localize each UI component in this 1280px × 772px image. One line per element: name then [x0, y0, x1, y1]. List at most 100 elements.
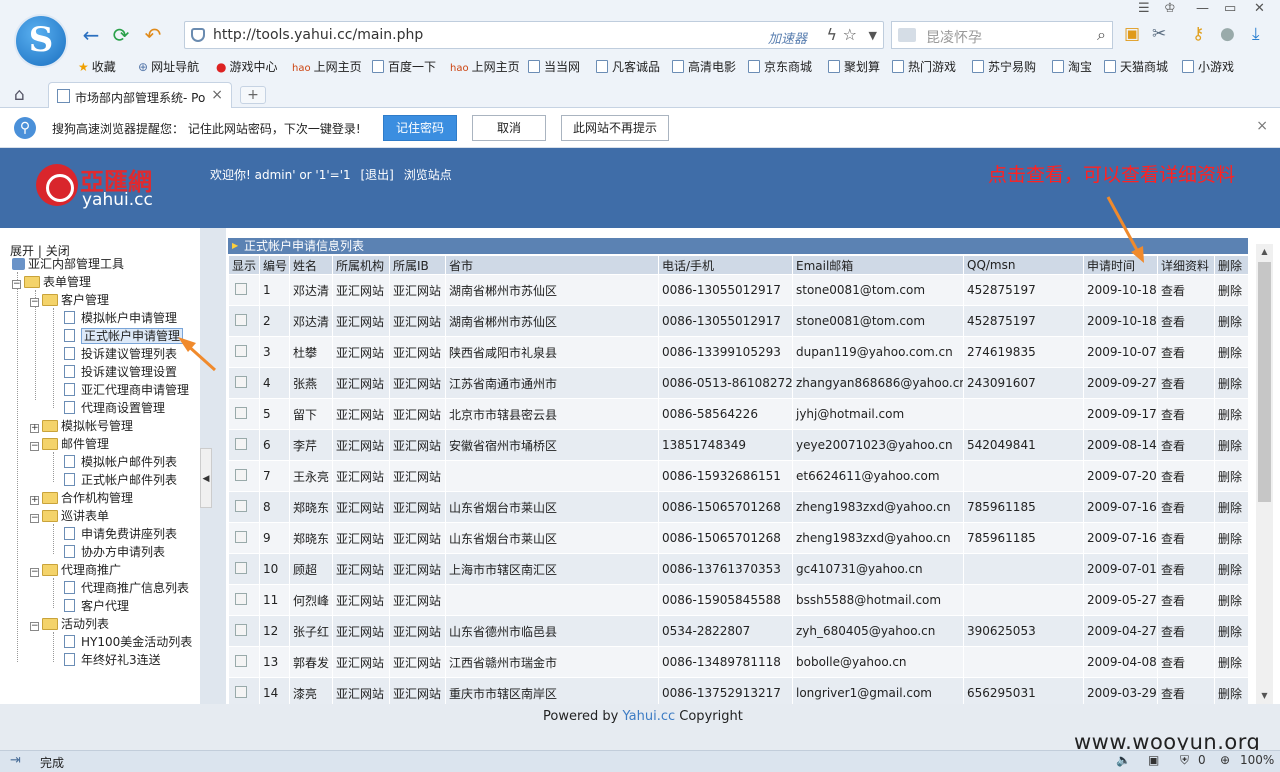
- download-icon[interactable]: ⤓: [1252, 24, 1260, 44]
- tree-folder[interactable]: + 模拟帐号管理: [30, 417, 133, 435]
- delete-link[interactable]: 删除: [1214, 522, 1249, 554]
- show-checkbox[interactable]: [235, 344, 247, 357]
- site-logo[interactable]: 亞匯網 yahui.cc: [36, 160, 156, 210]
- delete-link[interactable]: 删除: [1214, 305, 1249, 337]
- scissors-icon[interactable]: ✂: [1152, 24, 1166, 44]
- minus-icon[interactable]: −: [30, 568, 39, 577]
- tree-leaf[interactable]: 年终好礼3连送: [64, 651, 161, 669]
- show-checkbox[interactable]: [235, 499, 247, 512]
- tree-leaf[interactable]: 申请免费讲座列表: [64, 525, 177, 543]
- logout-link[interactable]: [退出]: [360, 168, 393, 182]
- bookmark-item[interactable]: hao 上网主页: [292, 58, 362, 75]
- home-icon[interactable]: ⌂: [14, 85, 25, 105]
- show-checkbox[interactable]: [235, 437, 247, 450]
- screen-icon[interactable]: ▣: [1148, 753, 1159, 767]
- view-details-link[interactable]: 查看: [1157, 305, 1215, 337]
- tab-title[interactable]: 市场部内部管理系统- Po: [75, 89, 211, 106]
- search-engine-icon[interactable]: [898, 28, 916, 42]
- bookmark-item[interactable]: 苏宁易购: [972, 58, 1036, 75]
- show-checkbox[interactable]: [235, 375, 247, 388]
- bookmark-item[interactable]: 聚划算: [828, 58, 880, 75]
- tree-root[interactable]: 亚汇内部管理工具: [12, 255, 124, 273]
- tree-leaf[interactable]: 模拟帐户邮件列表: [64, 453, 177, 471]
- view-details-link[interactable]: 查看: [1157, 584, 1215, 616]
- accelerator-label[interactable]: 加速器: [768, 28, 807, 47]
- tree-folder[interactable]: − 表单管理: [12, 273, 91, 291]
- bookmark-item[interactable]: 热门游戏: [892, 58, 956, 75]
- sidebar-toggle-icon[interactable]: ⇥: [10, 753, 21, 768]
- tree-leaf-selected[interactable]: 正式帐户申请管理: [64, 327, 184, 345]
- show-checkbox[interactable]: [235, 561, 247, 574]
- show-checkbox[interactable]: [235, 282, 247, 295]
- chevron-down-icon[interactable]: ▼: [869, 29, 877, 42]
- minus-icon[interactable]: −: [12, 280, 21, 289]
- bookmark-item[interactable]: ⊕ 网址导航: [138, 58, 199, 75]
- tree-folder[interactable]: − 客户管理: [30, 291, 109, 309]
- minus-icon[interactable]: −: [30, 622, 39, 631]
- delete-link[interactable]: 删除: [1214, 460, 1249, 492]
- bookmark-item[interactable]: 淘宝: [1052, 58, 1092, 75]
- scroll-down-icon[interactable]: ▼: [1256, 688, 1273, 704]
- delete-link[interactable]: 删除: [1214, 491, 1249, 523]
- view-details-link[interactable]: 查看: [1157, 274, 1215, 306]
- view-details-link[interactable]: 查看: [1157, 336, 1215, 368]
- view-details-link[interactable]: 查看: [1157, 491, 1215, 523]
- view-details-link[interactable]: 查看: [1157, 429, 1215, 461]
- delete-link[interactable]: 删除: [1214, 367, 1249, 399]
- bookmark-item[interactable]: 当当网: [528, 58, 580, 75]
- plus-icon[interactable]: +: [30, 424, 39, 433]
- powered-link[interactable]: Yahui.cc: [623, 709, 676, 724]
- browser-logo[interactable]: [14, 14, 68, 68]
- collapse-sidebar-handle[interactable]: ◀: [200, 448, 212, 508]
- skin-icon[interactable]: ♔: [1164, 1, 1176, 16]
- bookmark-item[interactable]: ● 游戏中心: [216, 58, 278, 75]
- tree-leaf[interactable]: 协办方申请列表: [64, 543, 165, 561]
- delete-link[interactable]: 删除: [1214, 553, 1249, 585]
- menu-icon[interactable]: ☰: [1138, 1, 1150, 16]
- shield-status-icon[interactable]: ⛨: [1180, 753, 1189, 768]
- tree-leaf[interactable]: 客户代理: [64, 597, 129, 615]
- view-details-link[interactable]: 查看: [1157, 522, 1215, 554]
- delete-link[interactable]: 删除: [1214, 398, 1249, 430]
- view-details-link[interactable]: 查看: [1157, 367, 1215, 399]
- more-icon[interactable]: ●: [1220, 24, 1235, 44]
- view-details-link[interactable]: 查看: [1157, 553, 1215, 585]
- url-text[interactable]: http://tools.yahui.cc/main.php: [213, 27, 423, 43]
- tree-folder[interactable]: − 代理商推广: [30, 561, 121, 579]
- delete-link[interactable]: 删除: [1214, 584, 1249, 616]
- delete-link[interactable]: 删除: [1214, 429, 1249, 461]
- never-remind-button[interactable]: 此网站不再提示: [561, 115, 669, 141]
- bookmark-item[interactable]: 小游戏: [1182, 58, 1234, 75]
- bookmark-item[interactable]: ★ 收藏: [78, 58, 116, 75]
- back-arrow-icon[interactable]: ←: [80, 24, 102, 46]
- show-checkbox[interactable]: [235, 313, 247, 326]
- delete-link[interactable]: 删除: [1214, 646, 1249, 678]
- zoom-icon[interactable]: ⊕: [1220, 753, 1230, 767]
- show-checkbox[interactable]: [235, 592, 247, 605]
- tree-leaf[interactable]: 正式帐户邮件列表: [64, 471, 177, 489]
- minus-icon[interactable]: −: [30, 442, 39, 451]
- new-tab-button[interactable]: +: [240, 86, 266, 104]
- search-box[interactable]: 昆凌怀孕 ⌕: [891, 21, 1113, 49]
- maximize-icon[interactable]: ▭: [1224, 1, 1236, 16]
- undo-icon[interactable]: ↶: [142, 24, 164, 46]
- zoom-level[interactable]: 100%: [1240, 753, 1274, 767]
- tree-leaf[interactable]: 投诉建议管理列表: [64, 345, 177, 363]
- show-checkbox[interactable]: [235, 654, 247, 667]
- show-checkbox[interactable]: [235, 468, 247, 481]
- tree-folder[interactable]: − 活动列表: [30, 615, 109, 633]
- scroll-up-icon[interactable]: ▲: [1256, 244, 1273, 260]
- browse-site-link[interactable]: 浏览站点: [404, 168, 452, 182]
- close-window-icon[interactable]: ✕: [1254, 1, 1265, 16]
- remember-password-button[interactable]: 记住密码: [383, 115, 457, 141]
- bookmark-item[interactable]: hao 上网主页: [450, 58, 520, 75]
- bookmark-item[interactable]: 京东商城: [748, 58, 812, 75]
- bookmark-item[interactable]: 凡客诚品: [596, 58, 660, 75]
- cancel-button[interactable]: 取消: [472, 115, 546, 141]
- lightning-icon[interactable]: ϟ: [826, 25, 837, 44]
- delete-link[interactable]: 删除: [1214, 274, 1249, 306]
- vertical-scrollbar[interactable]: ▲ ▼: [1256, 244, 1273, 704]
- address-bar[interactable]: http://tools.yahui.cc/main.php 加速器 ϟ ☆ ▼: [184, 21, 884, 49]
- close-icon[interactable]: ×: [1256, 118, 1268, 134]
- search-placeholder[interactable]: 昆凌怀孕: [926, 27, 982, 47]
